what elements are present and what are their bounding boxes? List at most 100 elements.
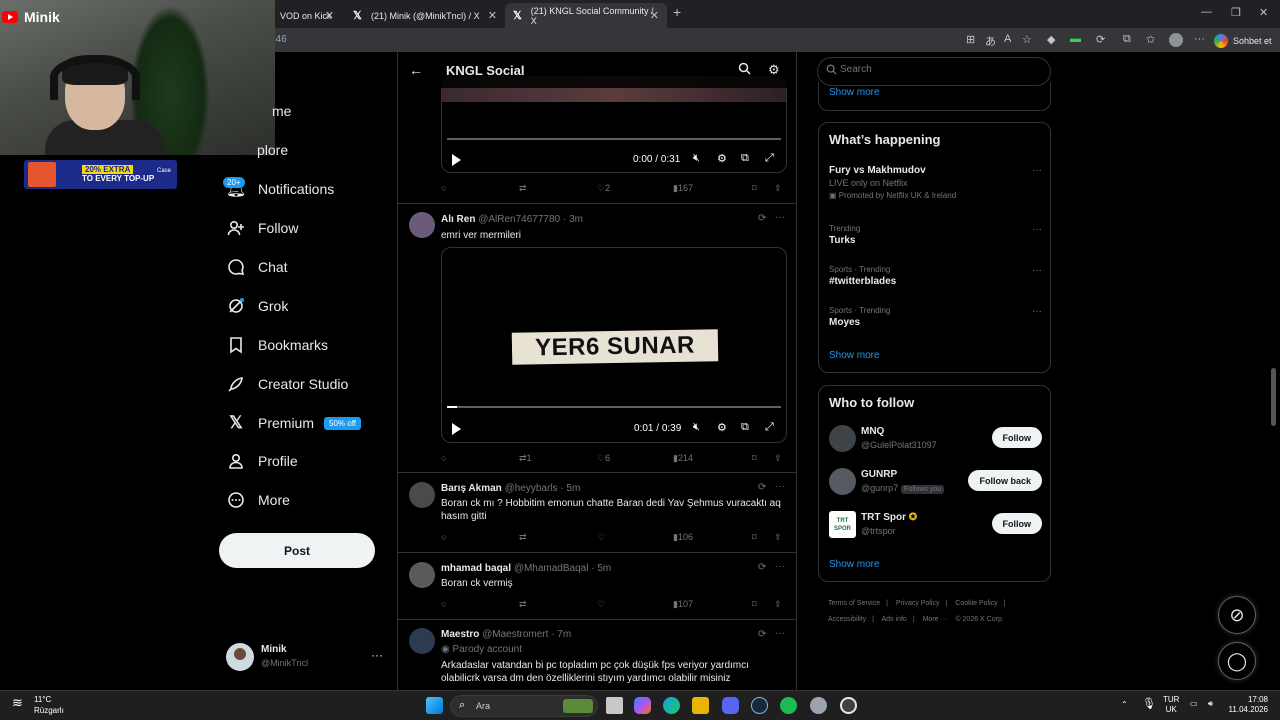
- steam-icon[interactable]: [751, 697, 768, 714]
- bookmark-icon[interactable]: ⌑: [752, 453, 757, 464]
- like-icon[interactable]: ♡: [597, 532, 605, 543]
- network-icon[interactable]: ▭: [1190, 699, 1198, 709]
- grok-icon[interactable]: ⟳: [758, 213, 766, 224]
- translate-icon[interactable]: あ: [985, 33, 996, 49]
- more-icon[interactable]: ···: [775, 481, 785, 492]
- follow-back-button[interactable]: Follow back: [968, 470, 1042, 491]
- retweet-button[interactable]: ⇄ 1: [519, 453, 532, 464]
- show-more-link[interactable]: Show more: [829, 350, 880, 361]
- avatar[interactable]: [829, 468, 856, 495]
- nav-profile[interactable]: Profile: [226, 446, 298, 476]
- avatar[interactable]: [409, 212, 435, 238]
- follow-button[interactable]: Follow: [991, 427, 1042, 448]
- battery-icon[interactable]: ▬: [1070, 33, 1081, 45]
- avatar[interactable]: [409, 628, 435, 654]
- show-more-link[interactable]: Show more: [829, 87, 880, 98]
- mute-icon[interactable]: 🔇︎: [693, 421, 700, 434]
- nav-more[interactable]: More: [226, 485, 290, 515]
- avatar[interactable]: [829, 425, 856, 452]
- task-view-icon[interactable]: [606, 697, 623, 714]
- more-icon[interactable]: ···: [775, 561, 785, 572]
- gear-icon[interactable]: ⚙: [717, 421, 727, 434]
- footer-cookie[interactable]: Cookie Policy: [955, 600, 997, 607]
- like-button[interactable]: ♡ 6: [597, 453, 610, 464]
- mute-icon[interactable]: 🔇︎: [693, 152, 700, 165]
- video-player[interactable]: 0:00 / 0:31 🔇︎ ⚙ ⧉ ⤢: [441, 76, 787, 173]
- show-more-link[interactable]: Show more: [829, 559, 880, 570]
- gear-icon[interactable]: ⚙: [717, 152, 727, 165]
- share-icon[interactable]: ⇪: [774, 183, 782, 194]
- share-icon[interactable]: ⇪: [774, 532, 782, 543]
- minimize-icon[interactable]: —: [1201, 6, 1212, 18]
- tab-kngl-community[interactable]: 𝕏 (21) KNGL Social Community / X ✕: [505, 3, 667, 28]
- more-icon[interactable]: ···: [775, 628, 785, 639]
- close-icon[interactable]: ✕: [325, 9, 334, 22]
- search-icon[interactable]: [738, 62, 751, 78]
- footer-terms[interactable]: Terms of Service: [828, 600, 880, 607]
- nav-grok[interactable]: Grok: [226, 291, 288, 321]
- reply-icon[interactable]: ○: [441, 599, 446, 609]
- extensions-puzzle-icon[interactable]: ⧉: [1123, 33, 1131, 46]
- suggested-account[interactable]: TRT SPOR TRT Spor ✪ @trtspor Follow: [829, 509, 1042, 543]
- copilot-app-icon[interactable]: [634, 697, 651, 714]
- file-explorer-icon[interactable]: [692, 697, 709, 714]
- suggested-account[interactable]: GUNRP @gunrp7 Follows you Follow back: [829, 466, 1042, 500]
- nav-premium[interactable]: 𝕏 Premium 50% off: [226, 408, 361, 438]
- edge-icon[interactable]: [663, 697, 680, 714]
- grok-icon[interactable]: ⟳: [758, 482, 766, 493]
- taskbar-search[interactable]: ⌕ Ara: [450, 695, 598, 717]
- fullscreen-icon[interactable]: ⤢: [765, 421, 774, 434]
- back-arrow-icon[interactable]: ←: [409, 62, 423, 78]
- close-window-icon[interactable]: ✕: [1259, 6, 1268, 19]
- author-name[interactable]: Maestro: [441, 629, 479, 640]
- microphone-icon[interactable]: 🎙︎: [1142, 699, 1156, 710]
- language-indicator[interactable]: TUR UK: [1163, 695, 1179, 715]
- play-icon[interactable]: [452, 154, 461, 166]
- like-button[interactable]: ♡ 2: [597, 183, 610, 194]
- bookmark-icon[interactable]: ⌑: [752, 599, 757, 610]
- trend-item[interactable]: Sports · Trending #twitterblades ···: [829, 265, 1042, 287]
- footer-more[interactable]: More ···: [923, 616, 948, 623]
- new-tab-button[interactable]: +: [673, 4, 681, 20]
- more-icon[interactable]: ···: [775, 212, 785, 223]
- gear-icon[interactable]: ⚙: [768, 62, 780, 78]
- footer-accessibility[interactable]: Accessibility: [828, 616, 866, 623]
- discord-icon[interactable]: [722, 697, 739, 714]
- more-icon[interactable]: ···: [1032, 265, 1042, 276]
- tweet[interactable]: Barış Akman @heyybarls · 5m ⟳ ··· Boran …: [398, 473, 796, 553]
- nav-home[interactable]: me: [272, 96, 291, 126]
- read-aloud-icon[interactable]: A: [1004, 33, 1011, 45]
- tab-minik-profile[interactable]: 𝕏 (21) Minik (@MinikTncl) / X ✕: [345, 3, 505, 28]
- scrollbar[interactable]: [1271, 368, 1276, 426]
- timestamp[interactable]: · 7m: [551, 629, 571, 640]
- trend-item[interactable]: Fury vs Makhmudov LIVE only on Netflix ▣…: [829, 165, 1042, 200]
- nav-chat[interactable]: Chat: [226, 252, 288, 282]
- grok-fab[interactable]: ⊘: [1218, 596, 1256, 634]
- bookmark-icon[interactable]: ⌑: [752, 532, 757, 543]
- nav-bookmarks[interactable]: Bookmarks: [226, 330, 328, 360]
- restore-icon[interactable]: ❐: [1231, 6, 1241, 19]
- post-button[interactable]: Post: [219, 533, 375, 568]
- author-name[interactable]: mhamad baqal: [441, 563, 511, 574]
- retweet-icon[interactable]: ⇄: [519, 532, 527, 543]
- grok-icon[interactable]: ⟳: [758, 629, 766, 640]
- views-count[interactable]: ▮ 106: [673, 532, 693, 543]
- video-player[interactable]: YER6 SUNAR 0:01 / 0:39 🔇︎ ⚙ ⧉ ⤢: [441, 247, 787, 443]
- avatar[interactable]: [409, 562, 435, 588]
- volume-icon[interactable]: 🔊︎: [1208, 699, 1213, 709]
- tweet[interactable]: mhamad baqal @MhamadBaqal · 5m ⟳ ··· Bor…: [398, 553, 796, 620]
- footer-privacy[interactable]: Privacy Policy: [896, 600, 940, 607]
- grok-icon[interactable]: ⟳: [758, 562, 766, 573]
- footer-ads[interactable]: Ads info: [882, 616, 907, 623]
- more-menu-icon[interactable]: ···: [1194, 33, 1205, 45]
- avatar[interactable]: TRT SPOR: [829, 511, 856, 538]
- nav-creator-studio[interactable]: Creator Studio: [226, 369, 348, 399]
- apps-icon[interactable]: ⊞: [966, 33, 975, 46]
- share-icon[interactable]: ⇪: [774, 599, 782, 610]
- video-progress[interactable]: [447, 138, 781, 140]
- suggested-account[interactable]: MNQ @GulelPolat31097 Follow: [829, 423, 1042, 457]
- views-count[interactable]: ▮ 167: [673, 183, 693, 194]
- pip-icon[interactable]: ⧉: [741, 152, 749, 165]
- close-icon[interactable]: ✕: [488, 9, 497, 22]
- views-count[interactable]: ▮ 214: [673, 453, 693, 464]
